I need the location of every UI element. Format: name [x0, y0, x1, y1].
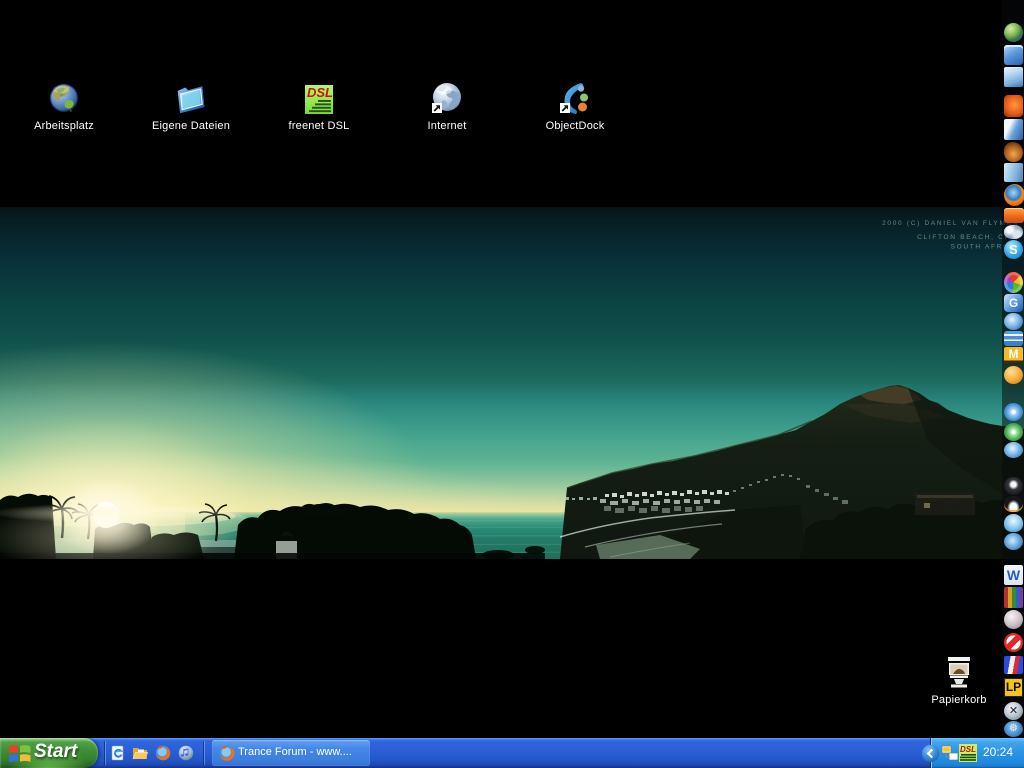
svg-text:DSL: DSL [307, 85, 333, 100]
svg-text:2000 (C) DANIEL VAN FLYMAN: 2000 (C) DANIEL VAN FLYMAN [882, 220, 1019, 227]
svg-text:DSL: DSL [960, 745, 976, 754]
